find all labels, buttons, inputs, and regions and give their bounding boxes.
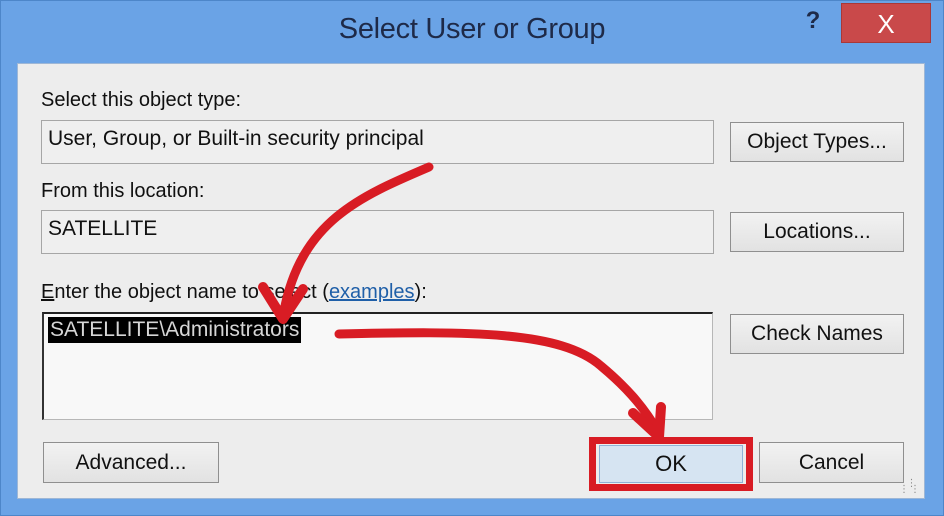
advanced-button[interactable]: Advanced... (43, 442, 219, 483)
close-icon: X (877, 9, 895, 39)
accelerator-key: E (41, 281, 55, 303)
object-type-field: User, Group, or Built-in security princi… (41, 120, 714, 164)
object-name-label: Enter the object name to select (example… (41, 281, 427, 304)
object-types-button[interactable]: Object Types... (730, 122, 904, 162)
check-names-button[interactable]: Check Names (730, 314, 904, 354)
cancel-button[interactable]: Cancel (759, 442, 904, 483)
examples-link[interactable]: examples (329, 281, 415, 303)
object-name-label-text: nter the object name to select ( (54, 281, 329, 303)
location-label: From this location: (41, 180, 205, 202)
resize-grip-icon[interactable]: ⋮ ⋮⋮ (899, 479, 921, 495)
location-field: SATELLITE (41, 210, 714, 254)
object-type-label: Select this object type: (41, 89, 242, 111)
help-button[interactable]: ? (801, 7, 825, 37)
selected-object-name: SATELLITE\Administrators (48, 317, 302, 343)
object-name-input[interactable]: SATELLITE\Administrators (42, 312, 713, 420)
locations-button[interactable]: Locations... (730, 212, 904, 252)
object-name-label-suffix: ): (414, 281, 427, 303)
select-user-or-group-dialog: Select User or Group ? X Select this obj… (0, 0, 944, 516)
close-button[interactable]: X (841, 3, 931, 43)
ok-button[interactable]: OK (599, 445, 743, 483)
